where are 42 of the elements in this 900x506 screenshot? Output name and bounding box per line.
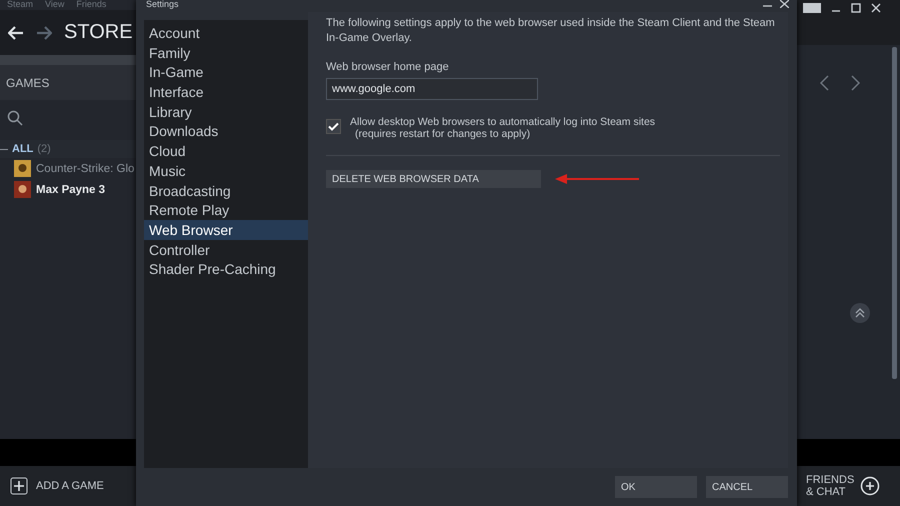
chat-plus-icon[interactable]: [860, 476, 880, 496]
sidebar-item[interactable]: In-Game: [144, 62, 308, 82]
sidebar-item[interactable]: Shader Pre-Caching: [144, 259, 308, 279]
sidebar-item[interactable]: Broadcasting: [144, 180, 308, 200]
close-icon[interactable]: [780, 0, 789, 8]
game-title[interactable]: Max Payne 3: [36, 184, 106, 196]
home-page-field[interactable]: www.google.com: [326, 78, 538, 100]
scroll-top-icon[interactable]: [850, 303, 870, 323]
game-title[interactable]: Counter-Strike: Glo: [36, 162, 134, 174]
category-label[interactable]: ALL: [12, 143, 34, 155]
chevron-right-icon[interactable]: [851, 75, 861, 91]
ok-button[interactable]: OK: [615, 476, 697, 498]
sidebar-item[interactable]: Web Browser: [144, 220, 308, 240]
checkbox-note: (requires restart for changes to apply): [354, 128, 532, 140]
checkbox-label: Allow desktop Web browsers to automatically log into Steam sites: [350, 116, 656, 128]
game-count: (2): [37, 143, 51, 155]
sidebar-item[interactable]: Interface: [144, 82, 308, 102]
forward-arrow-icon[interactable]: [36, 26, 52, 40]
search-icon[interactable]: [7, 110, 23, 126]
chevron-left-icon[interactable]: [819, 75, 829, 91]
sidebar-item[interactable]: Account: [144, 23, 308, 43]
maximize-icon[interactable]: [851, 3, 861, 13]
sidebar-item[interactable]: Downloads: [144, 121, 308, 142]
window-title: Settings: [146, 0, 180, 9]
field-label: Web browser home page: [326, 61, 450, 73]
sidebar-item[interactable]: Cloud: [144, 141, 308, 161]
back-arrow-icon[interactable]: [8, 26, 24, 40]
delete-data-button[interactable]: DELETE WEB BROWSER DATA: [326, 170, 541, 188]
add-game-link[interactable]: ADD A GAME: [36, 480, 104, 492]
game-icon: [14, 160, 31, 177]
sidebar-item[interactable]: Music: [144, 160, 308, 180]
close-icon[interactable]: [871, 3, 881, 13]
sidebar-item[interactable]: Library: [144, 102, 308, 122]
sidebar-item[interactable]: Controller: [144, 240, 308, 260]
checkbox[interactable]: [326, 119, 341, 134]
games-header: GAMES: [6, 76, 50, 90]
description-text: The following settings apply to the web browser used inside the Steam Client and the Steam In-Game Overlay.: [326, 16, 776, 45]
plus-icon[interactable]: [10, 477, 28, 495]
sidebar-item[interactable]: Family: [144, 42, 308, 62]
sidebar-item[interactable]: Remote Play: [144, 200, 308, 220]
game-icon: [14, 181, 31, 198]
cancel-button[interactable]: CANCEL: [706, 476, 788, 498]
